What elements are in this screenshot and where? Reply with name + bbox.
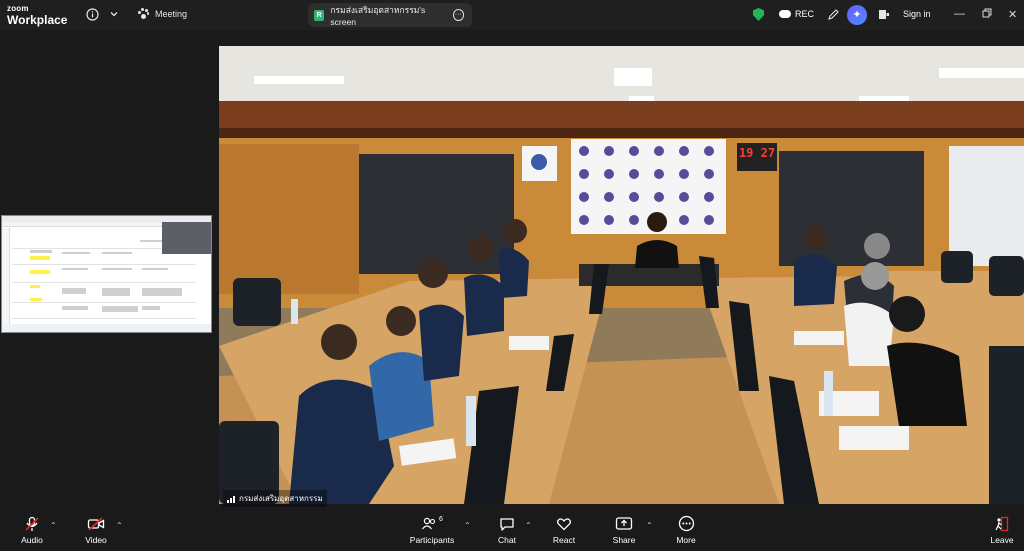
info-icon[interactable] — [85, 8, 99, 22]
minimize-icon[interactable]: — — [954, 8, 965, 20]
chat-button[interactable]: Chat — [494, 515, 520, 545]
pen-icon[interactable] — [826, 8, 840, 22]
video-options-caret[interactable]: ⌃ — [116, 521, 123, 530]
more-label: More — [676, 535, 696, 545]
video-button[interactable]: Video — [82, 515, 110, 545]
rec-label: REC — [795, 9, 815, 19]
close-icon[interactable]: ✕ — [1008, 8, 1017, 21]
screen-share-indicator[interactable]: R กรมส่งเสริมอุตสาหกรรม's screen ··· — [308, 3, 472, 27]
more-button[interactable]: More — [672, 515, 700, 545]
share-button[interactable]: Share — [610, 515, 638, 545]
recording-indicator[interactable]: REC — [779, 9, 814, 19]
wall-clock: 19 27 — [738, 146, 776, 160]
top-bar: zoom Workplace Meeting R กรมส่งเสริมอุตส… — [0, 0, 1024, 30]
participants-count: 6 — [439, 516, 443, 523]
microphone-muted-icon — [18, 515, 46, 532]
conference-room-scene — [219, 46, 1024, 504]
participants-options-caret[interactable]: ⌃ — [464, 521, 471, 530]
share-label: Share — [612, 535, 636, 545]
paw-icon — [137, 8, 149, 20]
sign-in-button[interactable]: Sign in — [903, 9, 931, 19]
taskbar — [2, 324, 211, 332]
participant-name-tag: กรมส่งเสริมอุตสาหกรรม — [223, 490, 327, 507]
chat-label: Chat — [498, 535, 516, 545]
chat-icon — [494, 515, 520, 532]
logo-line2: Workplace — [7, 13, 68, 27]
participants-icon: 6 — [408, 515, 456, 532]
leave-icon — [988, 515, 1016, 532]
more-icon — [672, 515, 700, 532]
audio-label: Audio — [21, 535, 43, 545]
security-shield-icon[interactable] — [753, 8, 764, 21]
share-screen-icon — [610, 515, 638, 532]
restore-icon[interactable] — [982, 8, 992, 21]
audio-options-caret[interactable]: ⌃ — [50, 521, 57, 530]
participant-name: กรมส่งเสริมอุตสาหกรรม — [239, 494, 323, 503]
share-title: กรมส่งเสริมอุตสาหกรรม's screen — [330, 5, 426, 27]
cloud-icon — [779, 10, 791, 18]
meeting-label: Meeting — [155, 9, 188, 19]
chat-options-caret[interactable]: ⌃ — [525, 521, 532, 530]
heart-icon — [550, 515, 578, 532]
participants-button[interactable]: 6 Participants — [408, 515, 456, 545]
main-video[interactable]: 19 27 — [219, 46, 1024, 504]
apps-icon[interactable] — [876, 8, 890, 22]
react-button[interactable]: React — [550, 515, 578, 545]
more-options-icon[interactable]: ··· — [452, 9, 464, 21]
leave-button[interactable]: Leave — [988, 515, 1016, 545]
doc-sidebar — [2, 228, 10, 326]
camera-off-icon — [82, 515, 110, 532]
meeting-menu[interactable]: Meeting — [137, 8, 187, 20]
logo-line1: zoom — [7, 4, 29, 13]
participants-label: Participants — [409, 535, 455, 545]
shared-screen-thumbnail[interactable] — [1, 215, 212, 333]
video-label: Video — [85, 535, 107, 545]
audio-button[interactable]: Audio — [18, 515, 46, 545]
share-options-caret[interactable]: ⌃ — [646, 521, 653, 530]
meeting-toolbar: Audio ⌃ Video ⌃ 6 Participants ⌃ Chat ⌃ … — [0, 511, 1024, 551]
ai-companion-icon[interactable]: ✦ — [847, 5, 867, 25]
chevron-down-icon[interactable] — [107, 8, 121, 22]
signal-bars-icon — [227, 495, 235, 503]
app-logo: zoom Workplace — [7, 4, 68, 27]
share-badge: R — [314, 9, 325, 21]
mini-video-preview — [162, 222, 211, 254]
leave-label: Leave — [990, 535, 1014, 545]
react-label: React — [552, 535, 576, 545]
